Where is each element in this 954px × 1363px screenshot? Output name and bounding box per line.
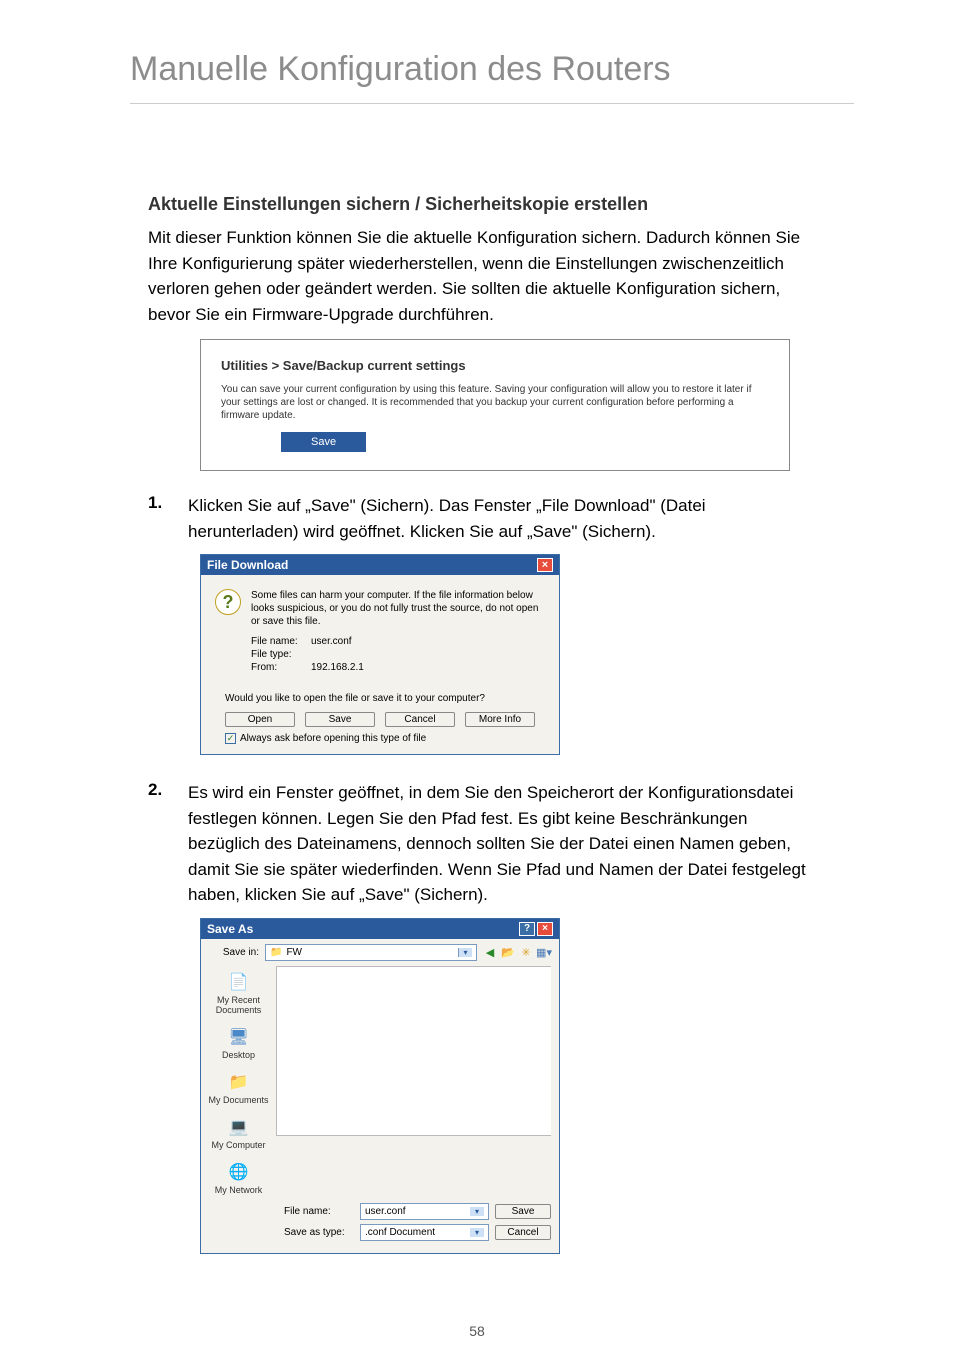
- close-icon[interactable]: ×: [537, 922, 553, 936]
- utilities-panel: Utilities > Save/Backup current settings…: [200, 339, 790, 471]
- sidebar-item-label: Desktop: [203, 1050, 274, 1060]
- chevron-down-icon[interactable]: ▾: [458, 948, 472, 957]
- intro-paragraph: Mit dieser Funktion können Sie die aktue…: [148, 225, 808, 327]
- file-download-question: Would you like to open the file or save …: [225, 693, 545, 704]
- from-value: 192.168.2.1: [311, 662, 364, 673]
- sidebar-item-recent[interactable]: 📄 My Recent Documents: [203, 970, 274, 1015]
- save-in-combobox[interactable]: 📁 FW ▾: [265, 944, 477, 961]
- more-info-button[interactable]: More Info: [465, 712, 535, 727]
- saveastype-combobox[interactable]: .conf Document ▾: [360, 1224, 489, 1241]
- sidebar-item-label: My Recent Documents: [203, 995, 274, 1015]
- utilities-description: You can save your current configuration …: [221, 383, 769, 422]
- page-title: Manuelle Konfiguration des Routers: [130, 50, 854, 104]
- open-button[interactable]: Open: [225, 712, 295, 727]
- chevron-down-icon[interactable]: ▾: [470, 1207, 484, 1216]
- utilities-save-button[interactable]: Save: [281, 432, 366, 452]
- save-as-title: Save As: [207, 922, 253, 936]
- close-icon[interactable]: ×: [537, 558, 553, 572]
- page-number: 58: [0, 1323, 954, 1339]
- save-button[interactable]: Save: [495, 1204, 551, 1219]
- sidebar-item-label: My Documents: [203, 1095, 274, 1105]
- step-1-text: Klicken Sie auf „Save" (Sichern). Das Fe…: [188, 493, 818, 544]
- file-download-title: File Download: [207, 558, 288, 572]
- question-icon: ?: [215, 589, 241, 615]
- file-download-titlebar: File Download ×: [201, 555, 559, 575]
- save-as-dialog: Save As ? × Save in: 📁 FW ▾ ◀ 📂 ✳ ▦▾ 📄 M…: [200, 918, 560, 1254]
- help-icon[interactable]: ?: [519, 922, 535, 936]
- saveastype-label: Save as type:: [284, 1227, 354, 1238]
- network-icon: 🌐: [225, 1160, 253, 1184]
- cancel-button[interactable]: Cancel: [385, 712, 455, 727]
- recent-icon: 📄: [225, 970, 253, 994]
- up-icon[interactable]: 📂: [501, 945, 515, 959]
- file-download-fields: File name:user.conf File type: From:192.…: [251, 636, 545, 673]
- view-menu-icon[interactable]: ▦▾: [537, 945, 551, 959]
- utilities-title: Utilities > Save/Backup current settings: [221, 358, 769, 373]
- file-download-warning: Some files can harm your computer. If th…: [251, 589, 545, 628]
- file-download-dialog: File Download × ? Some files can harm yo…: [200, 554, 560, 755]
- filetype-label: File type:: [251, 649, 311, 660]
- computer-icon: 💻: [225, 1115, 253, 1139]
- sidebar-item-mynet[interactable]: 🌐 My Network: [203, 1160, 274, 1195]
- step-2-text: Es wird ein Fenster geöffnet, in dem Sie…: [188, 780, 818, 908]
- save-button[interactable]: Save: [305, 712, 375, 727]
- save-as-sidebar: 📄 My Recent Documents 🖥 Desktop 📁 My Doc…: [201, 966, 276, 1199]
- from-label: From:: [251, 662, 311, 673]
- filename-value: user.conf: [311, 636, 352, 647]
- filename-input[interactable]: user.conf ▾: [360, 1203, 489, 1220]
- cancel-button[interactable]: Cancel: [495, 1225, 551, 1240]
- sidebar-item-label: My Computer: [203, 1140, 274, 1150]
- filename-label: File name:: [284, 1206, 354, 1217]
- sidebar-item-label: My Network: [203, 1185, 274, 1195]
- folder-icon: 📁: [270, 947, 282, 958]
- save-in-label: Save in:: [209, 947, 259, 958]
- sidebar-item-mydocs[interactable]: 📁 My Documents: [203, 1070, 274, 1105]
- step-2-number: 2.: [148, 780, 188, 800]
- back-icon[interactable]: ◀: [483, 945, 497, 959]
- saveastype-value: .conf Document: [365, 1227, 435, 1238]
- sidebar-item-desktop[interactable]: 🖥 Desktop: [203, 1025, 274, 1060]
- filename-input-value: user.conf: [365, 1206, 406, 1217]
- sidebar-item-mycomp[interactable]: 💻 My Computer: [203, 1115, 274, 1150]
- always-ask-label: Always ask before opening this type of f…: [240, 733, 426, 744]
- save-as-titlebar: Save As ? ×: [201, 919, 559, 939]
- filename-label: File name:: [251, 636, 311, 647]
- desktop-icon: 🖥: [225, 1025, 253, 1049]
- step-2: 2. Es wird ein Fenster geöffnet, in dem …: [148, 780, 854, 908]
- section-heading: Aktuelle Einstellungen sichern / Sicherh…: [148, 194, 854, 215]
- always-ask-checkbox[interactable]: ✓: [225, 733, 236, 744]
- step-1: 1. Klicken Sie auf „Save" (Sichern). Das…: [148, 493, 854, 544]
- file-list-area[interactable]: [276, 966, 551, 1136]
- step-1-number: 1.: [148, 493, 188, 513]
- new-folder-icon[interactable]: ✳: [519, 945, 533, 959]
- save-in-value: FW: [286, 947, 302, 958]
- documents-icon: 📁: [225, 1070, 253, 1094]
- chevron-down-icon[interactable]: ▾: [470, 1228, 484, 1237]
